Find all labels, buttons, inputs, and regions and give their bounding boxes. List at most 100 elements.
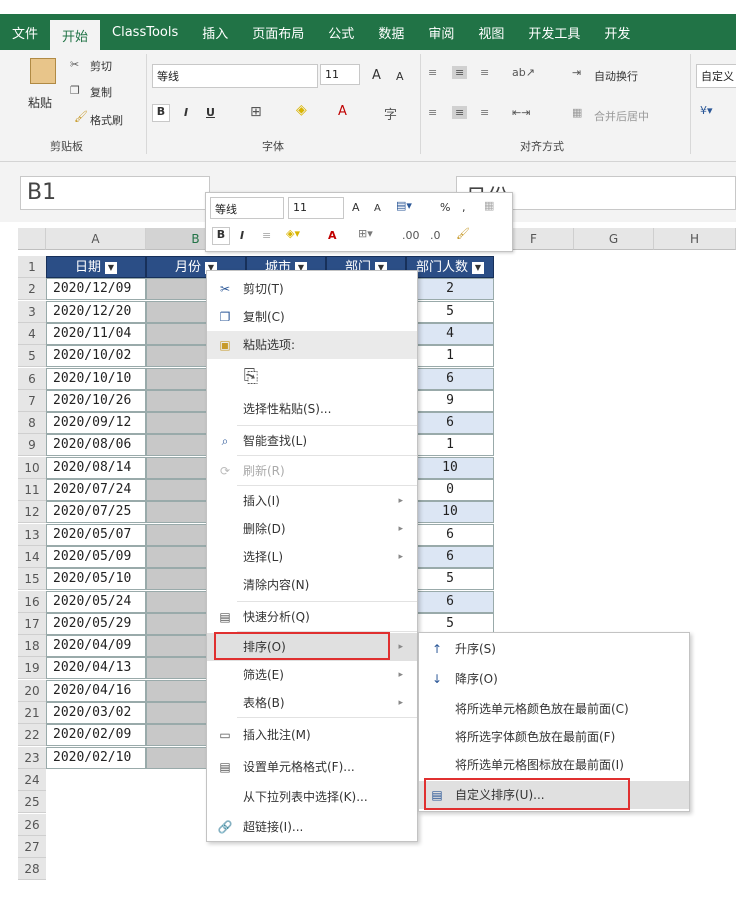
align-center-icon[interactable]: ≡ — [452, 106, 468, 119]
number-format-select[interactable]: 自定义 — [696, 64, 736, 88]
cell-count[interactable]: 6 — [406, 590, 494, 613]
shrink-font-button[interactable]: A — [396, 70, 404, 83]
row-header[interactable]: 5 — [18, 345, 46, 368]
format-painter-button[interactable]: 格式刷 — [90, 112, 123, 128]
sort-icon-top[interactable]: 将所选单元格图标放在最前面(I) — [419, 751, 689, 779]
row-header[interactable]: 1 — [18, 256, 46, 278]
wrap-text-button[interactable]: 自动换行 — [594, 68, 638, 84]
row-header[interactable]: 26 — [18, 813, 46, 836]
tab-review[interactable]: 审阅 — [416, 14, 466, 50]
cell-date[interactable]: 2020/09/12 — [46, 412, 146, 435]
sort-font-color-top[interactable]: 将所选字体颜色放在最前面(F) — [419, 723, 689, 751]
font-size-select[interactable]: 11 — [320, 64, 360, 85]
cell-date[interactable]: 2020/08/06 — [46, 434, 146, 457]
cut-icon[interactable]: ✂ — [70, 58, 79, 71]
cell-count[interactable]: 10 — [406, 456, 494, 479]
merge-center-button[interactable]: 合并后居中 — [594, 108, 649, 124]
paste-icon[interactable] — [30, 58, 56, 84]
cell-count[interactable]: 6 — [406, 412, 494, 435]
row-header[interactable]: 28 — [18, 858, 46, 881]
cell-count[interactable]: 0 — [406, 479, 494, 501]
mini-font-select[interactable]: 等线 — [210, 197, 284, 219]
row-header[interactable]: 24 — [18, 768, 46, 791]
cell-date[interactable]: 2020/11/04 — [46, 322, 146, 345]
menu-smart-lookup[interactable]: ⌕ 智能查找(L) — [207, 427, 417, 455]
menu-pick-from-list[interactable]: 从下拉列表中选择(K)... — [207, 783, 417, 811]
filter-dropdown-icon[interactable]: ▼ — [472, 261, 484, 274]
cell-date[interactable]: 2020/12/09 — [46, 278, 146, 301]
align-top-icon[interactable]: ≡ — [428, 66, 437, 79]
cell-count[interactable]: 2 — [406, 278, 494, 301]
row-header[interactable]: 21 — [18, 702, 46, 724]
row-header[interactable]: 11 — [18, 479, 46, 501]
menu-insert-comment[interactable]: ▭ 插入批注(M) — [207, 721, 417, 749]
cut-button[interactable]: 剪切 — [90, 58, 112, 74]
mini-bold-button[interactable]: B — [212, 227, 230, 245]
cell-count[interactable]: 6 — [406, 545, 494, 568]
mini-percent-button[interactable]: % — [440, 201, 450, 214]
row-header[interactable]: 18 — [18, 635, 46, 658]
row-header[interactable]: 27 — [18, 835, 46, 858]
menu-refresh[interactable]: ⟳ 刷新(R) — [207, 457, 417, 485]
cell-count[interactable]: 5 — [406, 300, 494, 323]
cell-date[interactable]: 2020/02/09 — [46, 724, 146, 747]
cell-date[interactable]: 2020/05/09 — [46, 545, 146, 568]
cell-count[interactable]: 6 — [406, 367, 494, 390]
cell-count[interactable]: 1 — [406, 434, 494, 457]
sort-ascending[interactable]: ↑ 升序(S) — [419, 635, 689, 663]
mini-brush-icon[interactable]: 🖌 — [456, 227, 470, 240]
cell-date[interactable]: 2020/02/10 — [46, 746, 146, 769]
column-header-h[interactable]: H — [654, 228, 736, 250]
tab-developer-2[interactable]: 开发 — [592, 14, 642, 50]
cell-date[interactable]: 2020/07/24 — [46, 479, 146, 501]
cell-count[interactable]: 1 — [406, 345, 494, 368]
cell-date[interactable]: 2020/04/09 — [46, 635, 146, 658]
cell-date[interactable]: 2020/04/16 — [46, 679, 146, 702]
row-header[interactable]: 17 — [18, 612, 46, 635]
cell-date[interactable]: 2020/10/02 — [46, 345, 146, 368]
row-header[interactable]: 23 — [18, 746, 46, 769]
cell-count[interactable]: 5 — [406, 568, 494, 591]
menu-delete[interactable]: 删除(D) ▸ — [207, 515, 417, 543]
cell-date[interactable]: 2020/05/10 — [46, 568, 146, 591]
menu-table[interactable]: 表格(B) ▸ — [207, 689, 417, 717]
mini-shrink-font-icon[interactable]: A — [374, 203, 381, 214]
mini-fill-color-icon[interactable]: ◈▾ — [286, 227, 300, 240]
filter-dropdown-icon[interactable]: ▼ — [105, 261, 117, 274]
cell-date[interactable]: 2020/10/26 — [46, 389, 146, 412]
cell-count[interactable]: 9 — [406, 389, 494, 412]
fill-color-icon[interactable]: ◈ — [296, 102, 307, 118]
mini-font-color-button[interactable]: A — [328, 229, 337, 242]
mini-strikethrough-icon[interactable]: ≡ — [262, 229, 271, 242]
cell-date[interactable]: 2020/04/13 — [46, 657, 146, 680]
format-painter-icon[interactable]: 🖌 — [74, 110, 88, 123]
tab-formulas[interactable]: 公式 — [316, 14, 366, 50]
menu-copy[interactable]: ❐ 复制(C) — [207, 303, 417, 331]
menu-select[interactable]: 选择(L) ▸ — [207, 543, 417, 571]
cell-date[interactable]: 2020/08/14 — [46, 456, 146, 479]
row-header[interactable]: 7 — [18, 389, 46, 412]
mini-decimal-decrease-icon[interactable]: .0 — [430, 229, 441, 242]
italic-button[interactable]: I — [184, 106, 188, 119]
sort-cell-color-top[interactable]: 将所选单元格颜色放在最前面(C) — [419, 695, 689, 723]
column-header-a[interactable]: A — [46, 228, 146, 250]
row-header[interactable]: 19 — [18, 657, 46, 680]
align-left-icon[interactable]: ≡ — [428, 106, 437, 119]
menu-filter[interactable]: 筛选(E) ▸ — [207, 661, 417, 689]
mini-format-painter-icon[interactable]: ▦ — [484, 199, 494, 212]
grow-font-button[interactable]: A — [372, 68, 381, 83]
row-header[interactable]: 13 — [18, 523, 46, 546]
wrap-text-icon[interactable]: ⇥ — [572, 66, 581, 79]
tab-data[interactable]: 数据 — [366, 14, 416, 50]
tab-view[interactable]: 视图 — [466, 14, 516, 50]
cell-date[interactable]: 2020/05/29 — [46, 612, 146, 635]
font-name-select[interactable]: 等线 — [152, 64, 318, 88]
currency-icon[interactable]: ¥▾ — [700, 104, 713, 117]
menu-quick-analysis[interactable]: ▤ 快速分析(Q) — [207, 603, 417, 631]
font-color-button[interactable]: A — [338, 104, 347, 119]
row-header[interactable]: 16 — [18, 590, 46, 613]
row-header[interactable]: 14 — [18, 545, 46, 568]
sort-descending[interactable]: ↓ 降序(O) — [419, 665, 689, 693]
row-header[interactable]: 8 — [18, 412, 46, 435]
cell-count[interactable]: 4 — [406, 322, 494, 345]
